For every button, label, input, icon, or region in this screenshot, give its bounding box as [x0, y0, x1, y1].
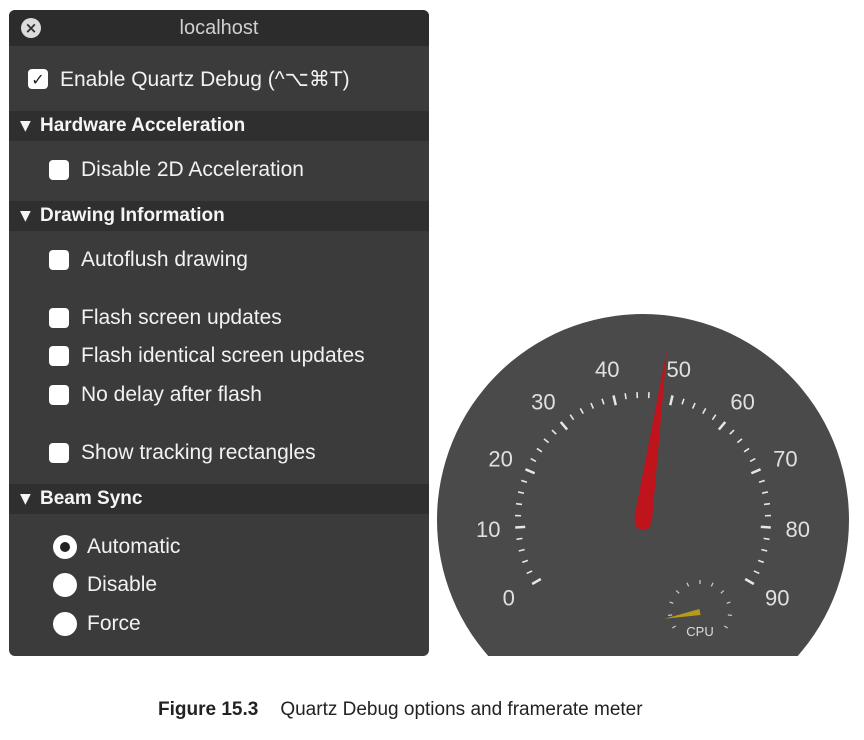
- minor-tick: [763, 537, 770, 541]
- tick-label: 80: [785, 517, 809, 542]
- major-tick: [515, 525, 526, 529]
- figure-number: Figure 15.3: [158, 699, 259, 720]
- tick-label: 40: [595, 357, 619, 382]
- minor-tick: [763, 502, 771, 506]
- tick-label: 60: [730, 389, 754, 414]
- tick-label: 0: [503, 586, 515, 611]
- figure-caption-text: Quartz Debug options and framerate meter: [280, 699, 643, 720]
- minor-tick: [515, 502, 523, 506]
- major-tick: [760, 525, 771, 529]
- tick-label: 10: [476, 517, 500, 542]
- meter-needle-hub: [635, 514, 651, 530]
- tick-label: 70: [773, 447, 797, 472]
- tick-label: 20: [488, 447, 512, 472]
- figure-caption: Figure 15.3 Quartz Debug options and fram…: [158, 699, 643, 721]
- tick-label: 90: [765, 586, 789, 611]
- minor-tick: [624, 393, 627, 400]
- minor-tick: [516, 537, 523, 541]
- tick-label: 30: [531, 389, 555, 414]
- tick-label: 50: [667, 357, 691, 382]
- cpu-label: CPU: [686, 624, 713, 639]
- framerate-meter: 0 10 20 30 40 50 60 70 80 90 CPU: [437, 314, 849, 656]
